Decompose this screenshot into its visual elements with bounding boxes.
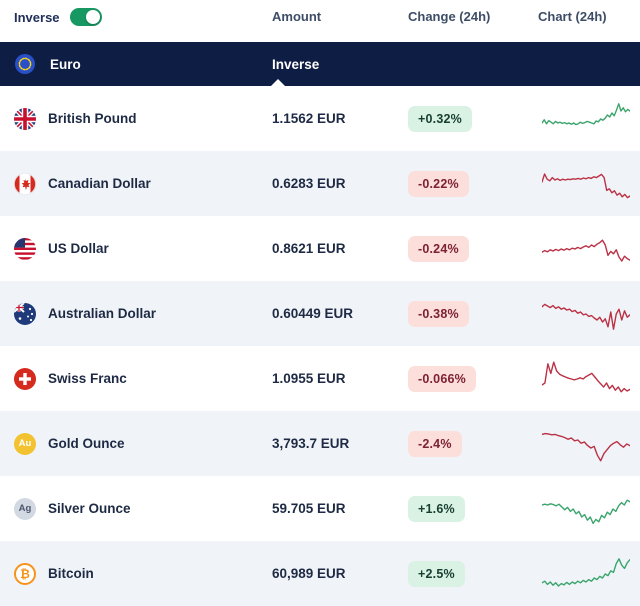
australia-flag-icon [14,303,36,325]
inverse-toggle-label: Inverse [14,10,60,25]
toolbar: Inverse Amount Change (24h) Chart (24h) [0,0,640,42]
swiss-flag-icon [14,368,36,390]
sparkline-chart [538,99,640,139]
bitcoin-icon: ₿ [14,563,36,585]
base-currency-name: Euro [50,57,81,72]
sparkline-chart [538,424,640,464]
currency-name: US Dollar [48,241,109,256]
amount-value: 0.8621 EUR [272,241,408,256]
gold-icon: Au [14,433,36,455]
silver-icon: Ag [14,498,36,520]
currency-name: Gold Ounce [48,436,125,451]
inverse-column-label: Inverse [272,57,640,72]
amount-value: 59.705 EUR [272,501,408,516]
amount-value: 60,989 EUR [272,566,408,581]
sparkline-chart [538,229,640,269]
sparkline-chart [538,554,640,594]
amount-value: 1.0955 EUR [272,371,408,386]
sparkline-chart [538,294,640,334]
currency-rows: British Pound 1.1562 EUR +0.32% Canadian… [0,86,640,606]
change-badge: -2.4% [408,431,462,457]
change-badge: -0.24% [408,236,469,262]
currency-row[interactable]: Swiss Franc 1.0955 EUR -0.066% [0,346,640,411]
change-badge: +2.5% [408,561,465,587]
amount-value: 0.6283 EUR [272,176,408,191]
currency-row[interactable]: Au Gold Ounce 3,793.7 EUR -2.4% [0,411,640,476]
change-badge: -0.38% [408,301,469,327]
sparkline-chart [538,489,640,529]
inverse-toggle[interactable] [70,8,102,26]
inverse-toggle-group[interactable]: Inverse [14,8,272,26]
currency-name: Bitcoin [48,566,94,581]
currency-row[interactable]: US Dollar 0.8621 EUR -0.24% [0,216,640,281]
change-badge: +0.32% [408,106,472,132]
sparkline-chart [538,359,640,399]
currency-row[interactable]: Australian Dollar 0.60449 EUR -0.38% [0,281,640,346]
toggle-knob [86,10,100,24]
canada-flag-icon [14,173,36,195]
currency-row[interactable]: Ag Silver Ounce 59.705 EUR +1.6% [0,476,640,541]
currency-exchange-table: Inverse Amount Change (24h) Chart (24h) … [0,0,640,605]
amount-value: 1.1562 EUR [272,111,408,126]
currency-name: Silver Ounce [48,501,131,516]
currency-name: Swiss Franc [48,371,127,386]
currency-name: Canadian Dollar [48,176,151,191]
change-badge: -0.22% [408,171,469,197]
column-header-amount: Amount [272,8,408,26]
sparkline-chart [538,164,640,204]
eu-flag-icon [14,53,36,75]
currency-name: Australian Dollar [48,306,156,321]
currency-row[interactable]: British Pound 1.1562 EUR +0.32% [0,86,640,151]
column-header-chart: Chart (24h) [538,8,640,26]
column-header-change: Change (24h) [408,8,538,26]
amount-value: 3,793.7 EUR [272,436,408,451]
currency-row[interactable]: Canadian Dollar 0.6283 EUR -0.22% [0,151,640,216]
change-badge: -0.066% [408,366,476,392]
base-currency-header: Euro Inverse [0,42,640,86]
amount-value: 0.60449 EUR [272,306,408,321]
currency-name: British Pound [48,111,137,126]
change-badge: +1.6% [408,496,465,522]
us-flag-icon [14,238,36,260]
currency-row[interactable]: ₿ Bitcoin 60,989 EUR +2.5% [0,541,640,606]
uk-flag-icon [14,108,36,130]
active-column-pointer [271,79,285,86]
